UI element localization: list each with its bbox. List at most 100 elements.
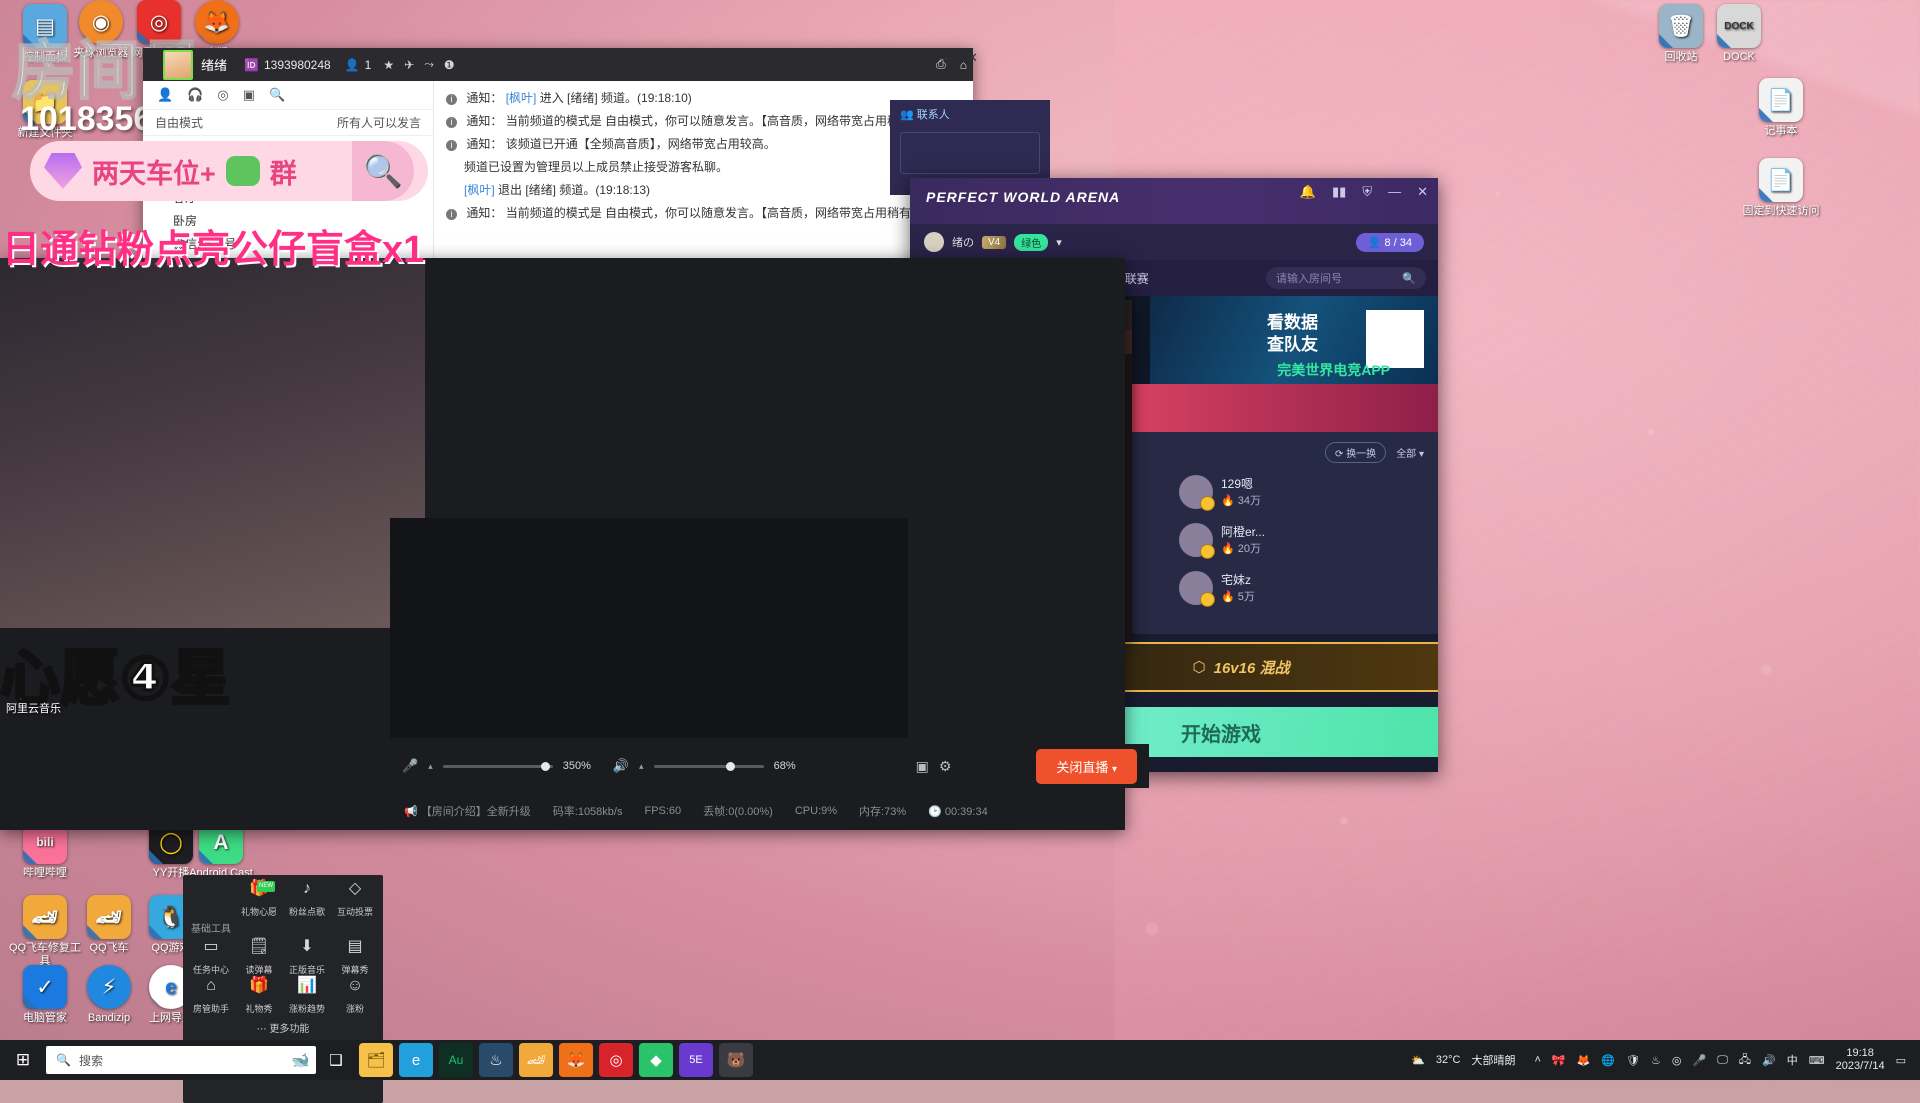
tool-gift-wish[interactable]: 🎁 NEW 礼物心愿 (235, 881, 283, 918)
minimize-icon[interactable]: — (938, 50, 951, 66)
speaker-slider-knob[interactable] (725, 761, 735, 771)
weather-cloud-icon[interactable]: ⛅ (1411, 1054, 1425, 1067)
board-icon[interactable]: ▣ (243, 87, 255, 103)
settings-icon[interactable]: ⚙ (939, 758, 952, 775)
5e-icon[interactable]: 5E (679, 1043, 713, 1077)
tool-gift-show[interactable]: 🎁 礼物秀 (235, 978, 283, 1015)
close-icon[interactable]: ✕ (967, 50, 978, 66)
tool-fan-song[interactable]: ♪ 粉丝点歌 (283, 881, 331, 918)
studio-bottom-bar[interactable]: 🎤 ▴ 350% 🔊 ▴ 68% ▣ ⚙ 关闭直播 ▾ (390, 744, 1149, 788)
search-icon[interactable]: 🔍 (269, 87, 285, 103)
yy-window-controls[interactable]: — ✕ (938, 50, 978, 66)
desktop-icon-document[interactable]: 📄 固定到快速访问 (1742, 158, 1820, 218)
desktop-icon-notepad[interactable]: 📄 记事本 (1742, 78, 1820, 138)
game-window-controls[interactable]: 🔔 ▮▮ ⛨ — ✕ (1300, 184, 1428, 200)
avatar[interactable] (163, 49, 193, 80)
chevron-up-icon[interactable]: ▴ (639, 761, 644, 772)
volume-icon[interactable]: 🔊 (1762, 1054, 1776, 1067)
speaker-icon[interactable]: 🔊 (613, 758, 629, 774)
microphone-icon[interactable]: 🎤 (402, 758, 418, 774)
file-explorer-icon[interactable]: 🗂 (359, 1043, 393, 1077)
streaming-studio-window[interactable]: 🎁 NEW 礼物心愿 ♪ 粉丝点歌 ◇ 互动投票 基础工具 ▭ 任务中心 🗒 读… (0, 258, 1149, 1103)
taskbar-clock[interactable]: 19:18 2023/7/14 (1836, 1047, 1885, 1073)
ime-indicator[interactable]: 中 (1787, 1052, 1798, 1068)
system-tray[interactable]: ⛅ 32°C 大部晴朗 ˄ 🎀 🦊 🌐 🛡 ♨ ◎ 🎤 🖵 🖧 🔊 中 ⌨ 19… (1411, 1047, 1920, 1073)
location-icon[interactable]: ◎ (217, 87, 228, 103)
yy-message: i 通知： 当前频道的模式是 自由模式，你可以随意发言。【高音质，网络带宽占用稍… (446, 202, 963, 225)
yy-mode-bar[interactable]: 自由模式 所有人可以发言 (143, 110, 433, 136)
close-icon[interactable]: ✕ (1417, 184, 1428, 200)
game-user-bar[interactable]: 绪の V4 绿色 ▾ 👤 8 / 34 (910, 224, 1438, 260)
qq-contacts-box[interactable] (900, 132, 1040, 174)
minimize-icon[interactable]: — (1388, 184, 1401, 200)
netease-tray-icon[interactable]: ◎ (1672, 1054, 1682, 1067)
stop-live-button[interactable]: 关闭直播 ▾ (1036, 748, 1137, 784)
chevron-down-icon[interactable]: ▾ (1056, 236, 1062, 249)
firefox-tray-icon[interactable]: 🦊 (1577, 1054, 1591, 1067)
signal-icon[interactable]: ▮▮ (1332, 184, 1346, 200)
steam-tray-icon[interactable]: ♨ (1651, 1054, 1661, 1067)
streamer-row[interactable]: 宅妹z 🔥 5万 (1179, 571, 1424, 607)
yy-tray-icon[interactable]: 🎀 (1552, 1054, 1566, 1067)
bell-icon[interactable]: 🔔 (1300, 184, 1316, 200)
speaker-volume-slider[interactable] (653, 761, 764, 771)
network-icon[interactable]: 🖧 (1739, 1051, 1751, 1070)
star-icon[interactable]: ★ (383, 58, 394, 72)
tool-read-danmaku[interactable]: 🗒 读弹幕 (235, 939, 283, 976)
edge-icon[interactable]: e (399, 1043, 433, 1077)
yy-mode-label[interactable]: 自由模式 (155, 114, 203, 131)
globe-icon[interactable]: 🌐 (1601, 1054, 1615, 1067)
windows-icon[interactable]: ⊞ (0, 1050, 46, 1070)
search-icon[interactable]: 🔍 (1402, 272, 1416, 285)
mic-volume-slider[interactable] (442, 761, 553, 771)
screen-icon[interactable]: 🖵 (1717, 1054, 1728, 1067)
headset-icon[interactable]: 🎧 (187, 87, 203, 103)
avatar[interactable] (924, 232, 944, 252)
chevron-down-icon[interactable]: ▾ (1112, 764, 1117, 775)
audition-icon[interactable]: Au (439, 1043, 473, 1077)
diamond-icon[interactable]: ◆ (639, 1043, 673, 1077)
tool-vote[interactable]: ◇ 互动投票 (331, 881, 379, 918)
netease-music-icon[interactable]: ◎ (599, 1043, 633, 1077)
tool-task-center[interactable]: ▭ 任务中心 (187, 939, 235, 976)
qq-contacts-label[interactable]: 👥 联系人 (890, 100, 1050, 128)
info-icon[interactable]: ❶ (444, 58, 455, 72)
plane-icon[interactable]: ✈ (404, 58, 414, 72)
yy-message-user[interactable]: [枫叶] (464, 183, 495, 197)
tool-licensed-music[interactable]: ⬇ 正版音乐 (283, 939, 331, 976)
task-view-icon[interactable]: ❑ (319, 1043, 353, 1077)
tool-danmaku-show[interactable]: ▤ 弹幕秀 (331, 939, 379, 976)
desktop-icon-dock[interactable]: DOCK DOCK (1700, 4, 1778, 64)
scene-preview[interactable] (390, 518, 908, 738)
taskbar-search[interactable]: 🔍 搜索 🐋 (46, 1046, 316, 1074)
chevron-up-icon[interactable]: ˄ (1534, 1054, 1540, 1066)
streamer-row[interactable]: 129嗯 🔥 34万 (1179, 475, 1424, 511)
qq-speed-icon[interactable]: 🏎 (519, 1043, 553, 1077)
rank-refresh-button[interactable]: ⟳ 换一换 (1325, 442, 1387, 463)
member-icon[interactable]: 👤 (157, 87, 173, 103)
game-room-search[interactable]: 请输入房间号 🔍 (1266, 267, 1426, 289)
tool-room-admin[interactable]: ⌂ 房管助手 (187, 978, 235, 1015)
chevron-up-icon[interactable]: ▴ (428, 761, 433, 772)
keyboard-icon[interactable]: ⌨ (1809, 1054, 1825, 1067)
studio-more-functions[interactable]: ⋯ 更多功能 (183, 1015, 383, 1035)
tool-fans[interactable]: ☺ 涨粉 (331, 978, 379, 1015)
share-icon[interactable]: ⤳ (424, 57, 434, 72)
shield-icon[interactable]: 🛡 (1626, 1054, 1640, 1067)
camera-icon[interactable]: ▣ (916, 758, 929, 775)
rank-filter-all[interactable]: 全部 ▾ (1396, 445, 1424, 460)
yy-message-user[interactable]: [枫叶] (506, 91, 537, 105)
taskbar[interactable]: ⊞ 🔍 搜索 🐋 ❑ 🗂 e Au ♨ 🏎 🦊 ◎ ◆ 5E 🐻 ⛅ 32°C … (0, 1040, 1920, 1080)
streamer-row[interactable]: 阿橙er... 🔥 20万 (1179, 523, 1424, 559)
yy-channel-toolbar[interactable]: 👤 🎧 ◎ ▣ 🔍 (143, 81, 433, 110)
firefox-icon[interactable]: 🦊 (559, 1043, 593, 1077)
mic-slider-knob[interactable] (540, 761, 550, 771)
yy-voice-icon[interactable]: 🐻 (719, 1043, 753, 1077)
yy-titlebar[interactable]: 绪绪 🆔 1393980248 👤 1 ★ ✈ ⤳ ❶ ⎙ ⌂ (143, 48, 973, 81)
tool-fan-trend[interactable]: 📊 涨粉趋势 (283, 978, 331, 1015)
game-team-chip[interactable]: 👤 8 / 34 (1355, 232, 1424, 252)
notification-icon[interactable]: ▭ (1896, 1054, 1906, 1067)
steam-icon[interactable]: ♨ (479, 1043, 513, 1077)
shield-check-icon[interactable]: ⛨ (1362, 184, 1372, 200)
microphone-icon[interactable]: 🎤 (1692, 1054, 1706, 1067)
